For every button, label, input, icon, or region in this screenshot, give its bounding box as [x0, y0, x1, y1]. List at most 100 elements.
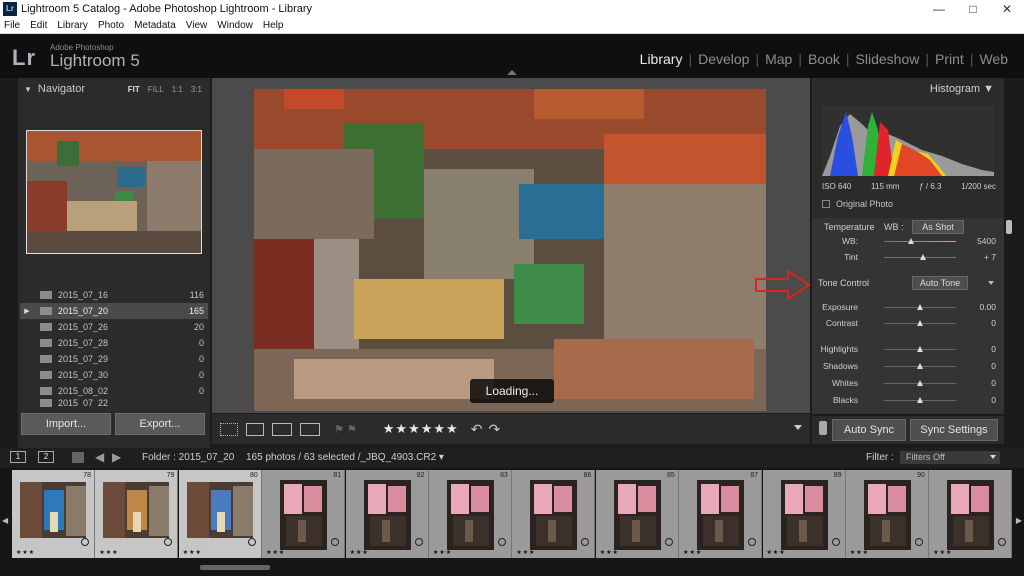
module-book[interactable]: Book: [802, 51, 846, 67]
folder-row[interactable]: 2015_07_16 116: [20, 287, 208, 303]
original-photo-toggle[interactable]: Original Photo: [822, 199, 893, 209]
filmstrip-thumbnail[interactable]: 81 ★★★: [262, 470, 346, 558]
collapse-triangle-icon[interactable]: [988, 281, 994, 285]
module-web[interactable]: Web: [973, 51, 1014, 67]
shadows-row[interactable]: Shadows 0: [812, 359, 996, 373]
filmstrip-selection-info[interactable]: 165 photos / 63 selected /_JBQ_4903.CR2 …: [246, 452, 444, 463]
shadows-slider[interactable]: [884, 363, 956, 369]
filmstrip-thumbnail[interactable]: 82 ★★★: [345, 470, 429, 558]
menu-library[interactable]: Library: [57, 20, 88, 31]
folder-row-selected[interactable]: ▶ 2015_07_20 165: [20, 303, 208, 319]
blacks-slider[interactable]: [884, 397, 956, 403]
right-panel-scrollbar[interactable]: [1006, 220, 1012, 234]
loupe-view-icon[interactable]: [246, 422, 264, 436]
forward-arrow-icon[interactable]: ▶: [112, 450, 121, 464]
toolbar-options-icon[interactable]: [794, 425, 802, 430]
main-photo[interactable]: [254, 89, 766, 411]
module-map[interactable]: Map: [759, 51, 798, 67]
filmstrip-thumbnail[interactable]: ★★★: [929, 470, 1013, 558]
folder-row[interactable]: 2015_08_02 0: [20, 383, 208, 399]
auto-tone-button[interactable]: Auto Tone: [912, 276, 968, 290]
filmstrip-thumbnail[interactable]: 78 ★★★: [12, 470, 95, 558]
maximize-icon[interactable]: □: [956, 2, 990, 16]
minimize-icon[interactable]: —: [922, 2, 956, 16]
develop-badge-icon: [664, 538, 673, 546]
tint-slider[interactable]: [884, 254, 956, 260]
scroll-right-icon[interactable]: ▶: [1016, 516, 1022, 525]
flag-icon[interactable]: ⚑ ⚑: [334, 423, 357, 436]
filmstrip-thumbnail[interactable]: 85 ★★★: [595, 470, 679, 558]
filmstrip-thumbnail[interactable]: 90 ★★★: [845, 470, 929, 558]
checkbox[interactable]: [822, 200, 830, 208]
wb-slider[interactable]: [884, 238, 956, 244]
grid-view-icon[interactable]: [220, 422, 238, 436]
highlights-row[interactable]: Highlights 0: [812, 342, 996, 356]
folder-row[interactable]: 2015_07_22: [20, 399, 208, 407]
menu-photo[interactable]: Photo: [98, 20, 124, 31]
scroll-left-icon[interactable]: ◀: [2, 516, 8, 525]
whites-slider[interactable]: [884, 380, 956, 386]
exposure-row[interactable]: Exposure 0.00: [812, 300, 996, 314]
histogram-header[interactable]: Histogram ▼: [930, 83, 994, 95]
filmstrip-thumbnail[interactable]: 83 ★★★: [428, 470, 512, 558]
collapse-triangle-icon[interactable]: ▼: [24, 85, 32, 94]
loupe-view[interactable]: Loading...: [212, 78, 810, 413]
collapse-triangle-icon[interactable]: ▼: [983, 83, 994, 95]
exposure-slider[interactable]: [884, 304, 956, 310]
filmstrip-thumbnail[interactable]: 89 ★★★: [762, 470, 846, 558]
module-print[interactable]: Print: [929, 51, 970, 67]
compare-view-icon[interactable]: [272, 422, 292, 436]
filter-dropdown[interactable]: Filters Off: [900, 451, 1000, 464]
collapse-top-panel-icon[interactable]: [507, 70, 517, 75]
folder-row[interactable]: 2015_07_28 0: [20, 335, 208, 351]
secondary-display-button[interactable]: 2: [38, 451, 54, 463]
module-library[interactable]: Library: [634, 51, 689, 67]
survey-view-icon[interactable]: [300, 422, 320, 436]
close-icon[interactable]: ✕: [990, 2, 1024, 16]
white-balance-dropdown[interactable]: As Shot: [912, 220, 964, 234]
filmstrip-thumbnail[interactable]: 80 ★★★: [178, 470, 262, 558]
zoom-1-1[interactable]: 1:1: [172, 85, 183, 94]
filmstrip-thumbnail[interactable]: 87 ★★★: [679, 470, 763, 558]
menu-file[interactable]: File: [4, 20, 20, 31]
sync-settings-button[interactable]: Sync Settings: [910, 419, 998, 441]
module-develop[interactable]: Develop: [692, 51, 755, 67]
menu-view[interactable]: View: [186, 20, 208, 31]
thumbnail-rating: ★★★: [99, 550, 119, 556]
rotate-left-icon[interactable]: ↶: [471, 421, 483, 438]
filmstrip-thumbnail[interactable]: 79 ★★★: [95, 470, 179, 558]
back-arrow-icon[interactable]: ◀: [95, 450, 104, 464]
navigator-preview[interactable]: [26, 130, 202, 254]
folder-row[interactable]: 2015_07_29 0: [20, 351, 208, 367]
wb-slider-row[interactable]: WB: 5400: [812, 234, 996, 248]
menu-help[interactable]: Help: [263, 20, 284, 31]
filmstrip-thumbnail[interactable]: 86 ★★★: [512, 470, 596, 558]
tint-slider-row[interactable]: Tint + 7: [812, 250, 996, 264]
highlights-slider[interactable]: [884, 346, 956, 352]
import-button[interactable]: Import...: [21, 413, 111, 435]
menu-window[interactable]: Window: [217, 20, 253, 31]
zoom-fit[interactable]: FIT: [128, 85, 140, 94]
rotate-right-icon[interactable]: ↷: [488, 421, 500, 438]
navigator-header[interactable]: ▼ Navigator FIT FILL 1:1 3:1: [18, 78, 210, 100]
whites-row[interactable]: Whites 0: [812, 376, 996, 390]
star-rating[interactable]: ★★★★★★: [383, 421, 459, 437]
auto-sync-button[interactable]: Auto Sync: [832, 419, 906, 441]
filmstrip-scrollbar[interactable]: [200, 565, 270, 570]
expand-triangle-icon[interactable]: ▶: [20, 307, 34, 315]
folder-row[interactable]: 2015_07_26 20: [20, 319, 208, 335]
zoom-3-1[interactable]: 3:1: [191, 85, 202, 94]
module-slideshow[interactable]: Slideshow: [850, 51, 926, 67]
grid-icon[interactable]: [72, 452, 84, 463]
sync-toggle[interactable]: [819, 421, 827, 435]
contrast-row[interactable]: Contrast 0: [812, 316, 996, 330]
menu-edit[interactable]: Edit: [30, 20, 47, 31]
export-button[interactable]: Export...: [115, 413, 205, 435]
primary-display-button[interactable]: 1: [10, 451, 26, 463]
filmstrip-source[interactable]: Folder : 2015_07_20: [142, 452, 234, 463]
contrast-slider[interactable]: [884, 320, 956, 326]
menu-metadata[interactable]: Metadata: [134, 20, 176, 31]
blacks-row[interactable]: Blacks 0: [812, 393, 996, 407]
zoom-fill[interactable]: FILL: [148, 85, 164, 94]
folder-row[interactable]: 2015_07_30 0: [20, 367, 208, 383]
